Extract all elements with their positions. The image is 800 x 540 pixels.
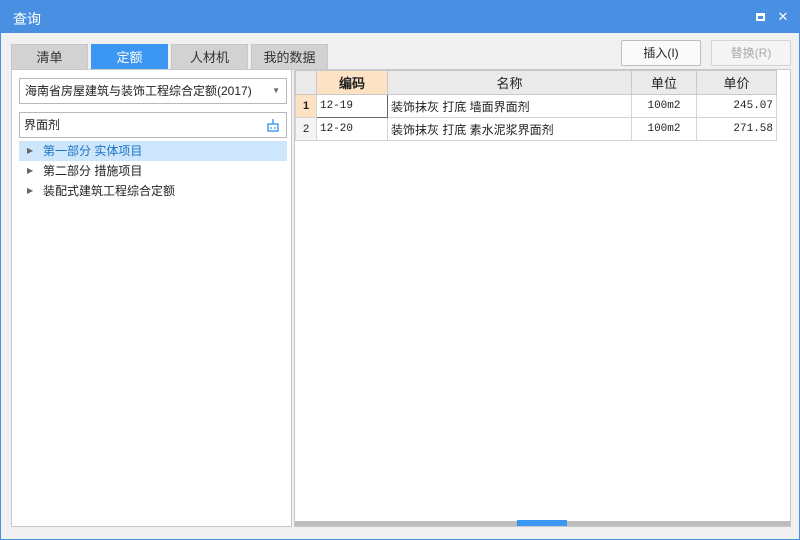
row-number: 2 (295, 117, 317, 141)
search-clear-icon[interactable] (266, 118, 280, 132)
tab-my-data[interactable]: 我的数据 (251, 44, 328, 70)
tab-bill[interactable]: 清单 (11, 44, 88, 70)
cell-name[interactable]: 装饰抹灰 打底 墙面界面剂 (387, 94, 632, 118)
cell-price[interactable]: 245.07 (696, 94, 777, 118)
tree-item-entity-items[interactable]: ▶ 第一部分 实体项目 (19, 141, 287, 161)
cell-unit[interactable]: 100m2 (631, 94, 697, 118)
column-header-code[interactable]: 编码 (316, 70, 388, 95)
quota-library-select[interactable]: 海南省房屋建筑与装饰工程综合定额(2017) ▼ (19, 78, 287, 104)
category-tree: ▶ 第一部分 实体项目 ▶ 第二部分 措施项目 ▶ 装配式建筑工程综合定额 (19, 141, 287, 201)
cell-code[interactable]: 12-19 (316, 94, 388, 118)
column-header-price[interactable]: 单价 (696, 70, 777, 95)
tab-labor-material-machine[interactable]: 人材机 (171, 44, 248, 70)
row-number: 1 (295, 94, 317, 118)
panel-splitter-handle[interactable] (517, 520, 567, 526)
cell-name[interactable]: 装饰抹灰 打底 素水泥浆界面剂 (387, 117, 632, 141)
table-row[interactable]: 1 12-19 装饰抹灰 打底 墙面界面剂 100m2 245.07 (295, 94, 777, 118)
cell-code[interactable]: 12-20 (316, 117, 388, 141)
search-input[interactable]: 界面剂 (19, 112, 287, 138)
close-icon[interactable]: ✕ (775, 9, 791, 25)
row-number-header (295, 70, 317, 95)
window-title: 查询 (13, 11, 41, 27)
chevron-down-icon[interactable]: ▼ (272, 79, 280, 103)
tree-item-label: 第一部分 实体项目 (43, 144, 143, 158)
insert-button[interactable]: 插入(I) (621, 40, 701, 66)
quota-library-value: 海南省房屋建筑与装饰工程综合定额(2017) (25, 84, 252, 98)
table-header-row: 编码 名称 单位 单价 (295, 70, 777, 95)
tree-item-prefab-quota[interactable]: ▶ 装配式建筑工程综合定额 (19, 181, 287, 201)
tree-item-measure-items[interactable]: ▶ 第二部分 措施项目 (19, 161, 287, 181)
cell-price[interactable]: 271.58 (696, 117, 777, 141)
expand-arrow-icon[interactable]: ▶ (27, 141, 33, 161)
expand-arrow-icon[interactable]: ▶ (27, 161, 33, 181)
query-window: 查询 ✕ 清单 定额 人材机 我的数据 插入(I) 替换(R) 海南省房屋建筑与… (0, 0, 800, 540)
table-row[interactable]: 2 12-20 装饰抹灰 打底 素水泥浆界面剂 100m2 271.58 (295, 117, 777, 141)
result-panel: 编码 名称 单位 单价 1 12-19 装饰抹灰 打底 墙面界面剂 100m2 … (294, 69, 791, 527)
title-bar[interactable]: 查询 ✕ (1, 1, 799, 33)
column-header-name[interactable]: 名称 (387, 70, 632, 95)
left-panel: 海南省房屋建筑与装饰工程综合定额(2017) ▼ 界面剂 ▶ 第一部分 实体项目… (11, 69, 292, 527)
column-header-unit[interactable]: 单位 (631, 70, 697, 95)
replace-button[interactable]: 替换(R) (711, 40, 791, 66)
tree-item-label: 第二部分 措施项目 (43, 164, 143, 178)
maximize-icon[interactable] (752, 9, 768, 25)
cell-unit[interactable]: 100m2 (631, 117, 697, 141)
tab-quota[interactable]: 定额 (91, 44, 168, 70)
result-table: 编码 名称 单位 单价 1 12-19 装饰抹灰 打底 墙面界面剂 100m2 … (295, 70, 777, 141)
tree-item-label: 装配式建筑工程综合定额 (43, 184, 176, 198)
expand-arrow-icon[interactable]: ▶ (27, 181, 33, 201)
search-value: 界面剂 (24, 118, 61, 132)
